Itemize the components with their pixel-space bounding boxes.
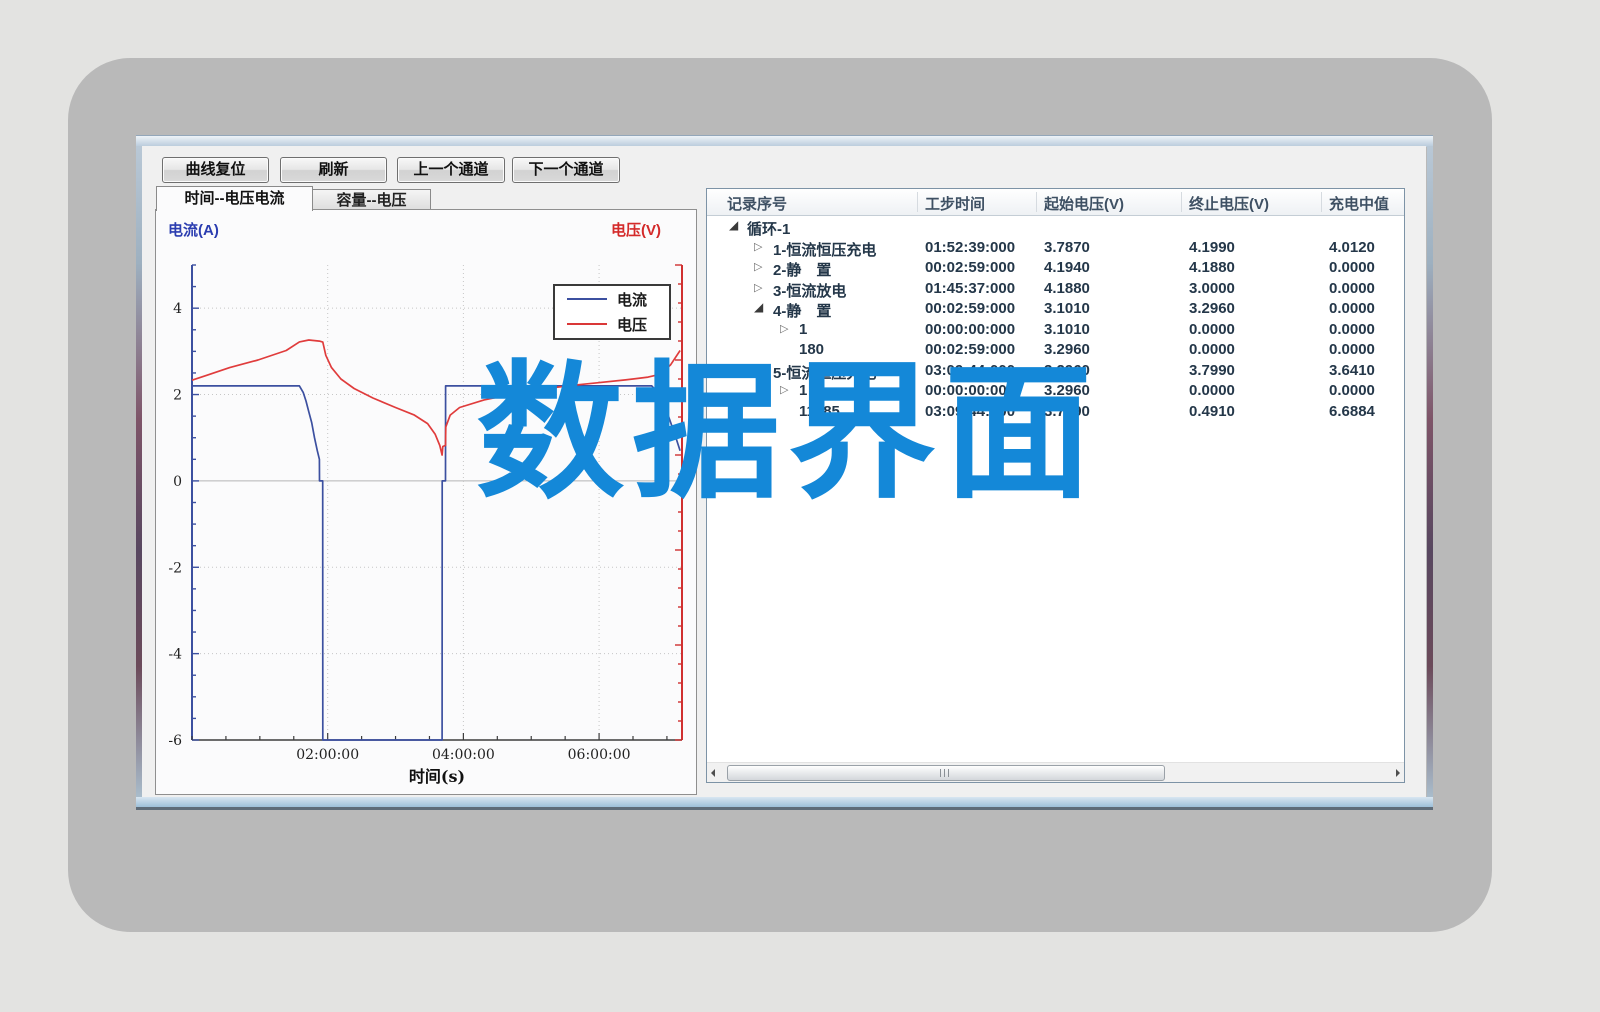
- cell-charge-mid: 4.0120: [1329, 239, 1375, 256]
- cell-end-voltage: 0.0000: [1189, 341, 1235, 358]
- cell-end-voltage: 3.2960: [1189, 300, 1235, 317]
- cell-end-voltage: 4.1990: [1189, 239, 1235, 256]
- legend-voltage-line: [567, 323, 607, 325]
- cell-charge-mid: 0.0000: [1329, 382, 1375, 399]
- cell-charge-mid: 0.0000: [1329, 300, 1375, 317]
- table-row[interactable]: ◢循环-1: [707, 216, 1404, 237]
- cell-start-voltage: 3.1010: [1044, 321, 1090, 338]
- cell-charge-mid: 0.0000: [1329, 341, 1375, 358]
- cell-charge-mid: 0.0000: [1329, 321, 1375, 338]
- cell-start-voltage: 4.1940: [1044, 259, 1090, 276]
- legend-current-line: [567, 298, 607, 300]
- col-record-seq[interactable]: 记录序号: [727, 193, 787, 214]
- cell-step-time: 01:45:37:000: [925, 280, 1015, 297]
- cell-start-voltage: 4.1880: [1044, 280, 1090, 297]
- cell-start-voltage: 3.1010: [1044, 300, 1090, 317]
- tab-time-voltage-current[interactable]: 时间--电压电流: [156, 186, 313, 211]
- svg-text:0: 0: [173, 474, 182, 490]
- cell-charge-mid: 6.6884: [1329, 403, 1375, 420]
- refresh-button[interactable]: 刷新: [280, 157, 387, 183]
- table-row[interactable]: ▷3-恒流放电01:45:37:0004.18803.00000.0000: [707, 278, 1404, 299]
- tree-expanded-icon[interactable]: ◢: [754, 300, 763, 314]
- tree-collapsed-icon[interactable]: ▷: [754, 240, 762, 253]
- cell-end-voltage: 3.7990: [1189, 362, 1235, 379]
- tree-collapsed-icon[interactable]: ▷: [754, 281, 762, 294]
- scrollbar-grip-icon: [940, 769, 952, 777]
- cell-end-voltage: 0.0000: [1189, 382, 1235, 399]
- tab-capacity-voltage[interactable]: 容量--电压: [312, 189, 431, 211]
- chart-legend: 电流 电压: [553, 284, 671, 340]
- table-row[interactable]: ▷2-静 置00:02:59:0004.19404.18800.0000: [707, 257, 1404, 278]
- tree-expanded-icon[interactable]: ◢: [729, 218, 738, 232]
- curve-reset-button[interactable]: 曲线复位: [162, 157, 269, 183]
- table-header: 记录序号 工步时间 起始电压(V) 终止电压(V) 充电中值: [707, 189, 1404, 216]
- cell-step-time: 01:52:39:000: [925, 239, 1015, 256]
- svg-text:02:00:00: 02:00:00: [296, 747, 359, 763]
- scroll-left-button[interactable]: [707, 763, 723, 782]
- window-bottom-border: [136, 797, 1433, 807]
- watermark-text: 数据界面: [476, 360, 1100, 508]
- cell-end-voltage: 0.4910: [1189, 403, 1235, 420]
- cell-step-time: 00:00:00:000: [925, 321, 1015, 338]
- scroll-right-button[interactable]: [1388, 763, 1404, 782]
- window-shadow: [136, 807, 1433, 810]
- horizontal-scrollbar[interactable]: [707, 762, 1404, 782]
- svg-text:-4: -4: [168, 647, 182, 663]
- cell-step-time: 00:02:59:000: [925, 259, 1015, 276]
- table-row[interactable]: ◢4-静 置00:02:59:0003.10103.29600.0000: [707, 298, 1404, 319]
- left-arrow-icon: [711, 769, 715, 777]
- cell-end-voltage: 4.1880: [1189, 259, 1235, 276]
- legend-voltage-label: 电压: [617, 314, 647, 335]
- col-end-voltage[interactable]: 终止电压(V): [1189, 193, 1269, 214]
- next-channel-button[interactable]: 下一个通道: [512, 157, 620, 183]
- cell-start-voltage: 3.7870: [1044, 239, 1090, 256]
- cell-record-seq: 1: [799, 321, 807, 338]
- cell-end-voltage: 3.0000: [1189, 280, 1235, 297]
- cell-charge-mid: 0.0000: [1329, 280, 1375, 297]
- svg-text:06:00:00: 06:00:00: [568, 747, 631, 763]
- previous-channel-button[interactable]: 上一个通道: [397, 157, 505, 183]
- right-arrow-icon: [1396, 769, 1400, 777]
- cell-charge-mid: 3.6410: [1329, 362, 1375, 379]
- scrollbar-thumb[interactable]: [727, 765, 1165, 781]
- svg-text:时间(s): 时间(s): [409, 767, 465, 786]
- svg-text:04:00:00: 04:00:00: [432, 747, 495, 763]
- left-axis-title: 电流(A): [168, 219, 219, 240]
- tree-collapsed-icon[interactable]: ▷: [754, 260, 762, 273]
- legend-current-label: 电流: [617, 289, 647, 310]
- table-row[interactable]: ▷1-恒流恒压充电01:52:39:0003.78704.19904.0120: [707, 237, 1404, 258]
- svg-text:-6: -6: [168, 733, 182, 749]
- col-charge-mid[interactable]: 充电中值: [1329, 193, 1389, 214]
- cell-step-time: 00:02:59:000: [925, 300, 1015, 317]
- svg-text:-2: -2: [168, 560, 182, 576]
- svg-text:4: 4: [173, 301, 182, 317]
- svg-text:2: 2: [173, 388, 182, 404]
- tree-collapsed-icon[interactable]: ▷: [780, 322, 788, 335]
- cell-charge-mid: 0.0000: [1329, 259, 1375, 276]
- cell-end-voltage: 0.0000: [1189, 321, 1235, 338]
- col-start-voltage[interactable]: 起始电压(V): [1044, 193, 1124, 214]
- right-axis-title: 电压(V): [611, 219, 661, 240]
- window-right-border: [1427, 146, 1433, 797]
- col-step-time[interactable]: 工步时间: [925, 193, 985, 214]
- table-row[interactable]: ▷ 1 00:00:00:000 3.1010 0.0000 0.0000: [707, 319, 1404, 340]
